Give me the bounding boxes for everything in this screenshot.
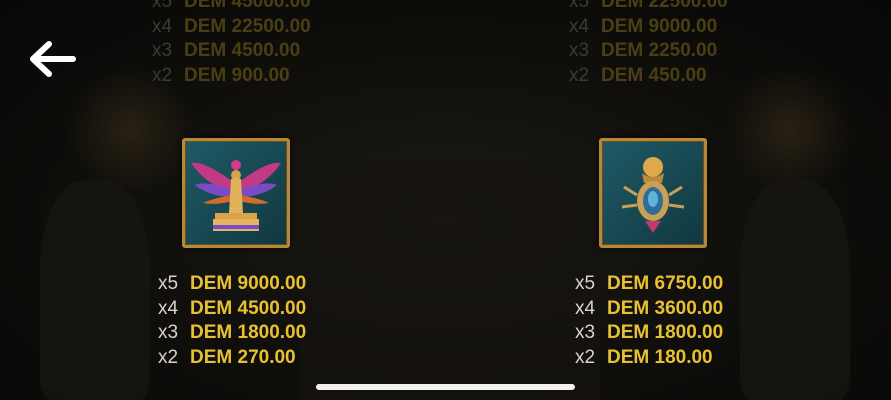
payout-amount: DEM 3600.00 xyxy=(607,297,724,319)
multiplier: x4 xyxy=(158,297,179,319)
pharaoh-statue-left xyxy=(40,180,150,400)
multiplier: x4 xyxy=(152,15,173,37)
payout-amount: DEM 180.00 xyxy=(607,346,713,368)
multiplier: x3 xyxy=(569,40,590,61)
payout-amount: DEM 2250.00 xyxy=(601,40,718,61)
paytable-row: x4 DEM 22500.00 xyxy=(152,15,311,40)
paytable-row: x4 DEM 3600.00 xyxy=(575,297,723,322)
multiplier: x5 xyxy=(152,0,173,12)
payout-amount: DEM 1800.00 xyxy=(190,322,307,343)
paytable-row: x3 DEM 2250.00 xyxy=(569,39,728,64)
paytable-scarab: x5 DEM 6750.00 x4 DEM 3600.00 x3 DEM 1800.0… xyxy=(575,272,723,370)
payout-amount: DEM 22500.00 xyxy=(184,15,311,37)
paytable-row: x3 DEM 1800.00 xyxy=(158,321,306,346)
paytable-row: x5 DEM 9000.00 xyxy=(158,272,306,297)
multiplier: x5 xyxy=(158,273,179,294)
paytable-row: x3 DEM 4500.00 xyxy=(152,39,311,64)
paytable-row: x2 DEM 900.00 xyxy=(152,64,311,89)
payout-amount: DEM 9000.00 xyxy=(190,273,307,294)
temple-doorway xyxy=(300,160,600,400)
paytable-row: x3 DEM 1800.00 xyxy=(575,321,723,346)
multiplier: x4 xyxy=(575,297,596,319)
winged-goddess-icon xyxy=(191,160,281,231)
symbol-tile-scarab xyxy=(599,138,707,248)
paytable-row: x5 DEM 22500.00 xyxy=(569,0,728,15)
torch-glow-left xyxy=(60,70,200,190)
paytable-row: x4 DEM 9000.00 xyxy=(569,15,728,40)
back-button[interactable] xyxy=(24,36,80,82)
home-indicator[interactable] xyxy=(316,384,575,390)
multiplier: x3 xyxy=(152,40,173,61)
paytable-row: x5 DEM 6750.00 xyxy=(575,272,723,297)
payout-amount: DEM 4500.00 xyxy=(184,40,301,61)
payout-amount: DEM 45000.00 xyxy=(184,0,311,12)
arrow-left-icon xyxy=(30,41,76,77)
pharaoh-statue-right xyxy=(740,180,850,400)
torch-glow-right xyxy=(720,70,860,190)
multiplier: x4 xyxy=(569,15,590,37)
paytable-row: x5 DEM 45000.00 xyxy=(152,0,311,15)
scarab-icon xyxy=(621,157,685,233)
multiplier: x2 xyxy=(575,346,596,368)
multiplier: x3 xyxy=(158,322,179,343)
payout-amount: DEM 22500.00 xyxy=(601,0,728,12)
paytable-row: x2 DEM 450.00 xyxy=(569,64,728,89)
multiplier: x5 xyxy=(569,0,590,12)
multiplier: x2 xyxy=(158,346,179,368)
paytable-top-left: x5 DEM 45000.00 x4 DEM 22500.00 x3 DEM 4500… xyxy=(152,0,311,88)
payout-amount: DEM 9000.00 xyxy=(601,15,718,37)
payout-amount: DEM 270.00 xyxy=(190,346,296,368)
payout-amount: DEM 450.00 xyxy=(601,64,707,86)
payout-amount: DEM 900.00 xyxy=(184,64,290,86)
multiplier: x2 xyxy=(152,64,173,86)
symbol-tile-goddess xyxy=(182,138,290,248)
paytable-row: x2 DEM 180.00 xyxy=(575,346,723,371)
payout-amount: DEM 4500.00 xyxy=(190,297,307,319)
multiplier: x2 xyxy=(569,64,590,86)
paytable-row: x4 DEM 4500.00 xyxy=(158,297,306,322)
multiplier: x5 xyxy=(575,273,596,294)
paytable-top-right: x5 DEM 22500.00 x4 DEM 9000.00 x3 DEM 2250.… xyxy=(569,0,728,88)
payout-amount: DEM 1800.00 xyxy=(607,322,724,343)
paytable-goddess: x5 DEM 9000.00 x4 DEM 4500.00 x3 DEM 1800.0… xyxy=(158,272,306,370)
payout-amount: DEM 6750.00 xyxy=(607,273,724,294)
paytable-row: x2 DEM 270.00 xyxy=(158,346,306,371)
multiplier: x3 xyxy=(575,322,596,343)
